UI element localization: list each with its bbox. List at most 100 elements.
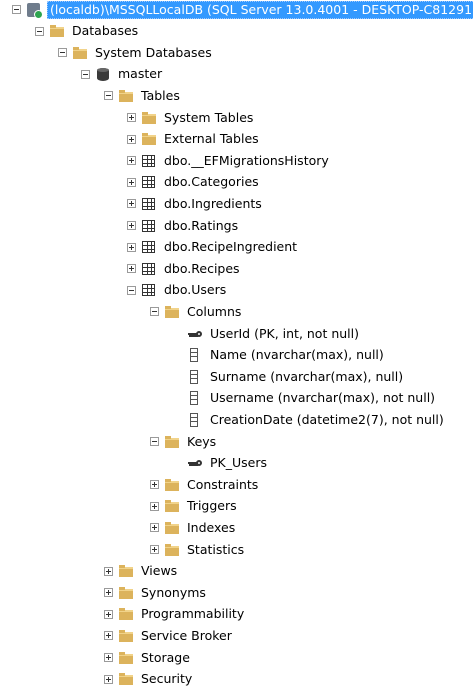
expand-plus-icon[interactable] xyxy=(127,264,136,274)
tree-node[interactable]: Security xyxy=(104,669,194,689)
tree-node[interactable]: Synonyms xyxy=(104,582,208,602)
folder-icon xyxy=(164,434,180,450)
folder-icon xyxy=(164,542,180,558)
expand-plus-icon[interactable] xyxy=(127,242,136,252)
tree-node[interactable]: Storage xyxy=(104,647,192,667)
tree-node-label: Columns xyxy=(187,303,242,319)
collapse-minus-icon[interactable] xyxy=(127,285,136,295)
tree-node[interactable]: dbo.Ingredients xyxy=(127,193,264,213)
key-icon xyxy=(187,326,203,342)
server-icon xyxy=(26,2,43,19)
tree-node-label: UserId (PK, int, not null) xyxy=(210,325,359,341)
tree-node-label: Databases xyxy=(72,23,139,39)
expand-plus-icon[interactable] xyxy=(127,134,136,144)
collapse-minus-icon[interactable] xyxy=(104,91,113,101)
tree-node-label: CreationDate (datetime2(7), not null) xyxy=(210,411,444,427)
tree-node[interactable]: Keys xyxy=(150,431,218,451)
expand-plus-icon[interactable] xyxy=(150,501,159,511)
tree-node[interactable]: Surname (nvarchar(max), null) xyxy=(173,366,405,386)
expand-plus-icon[interactable] xyxy=(127,156,136,166)
tree-node-label: Service Broker xyxy=(141,627,232,643)
expand-plus-icon[interactable] xyxy=(150,545,159,554)
expand-plus-icon[interactable] xyxy=(150,523,159,533)
tree-node[interactable]: Triggers xyxy=(150,496,239,516)
folder-icon xyxy=(118,585,134,601)
tree-node[interactable]: dbo.Recipes xyxy=(127,258,242,278)
folder-icon xyxy=(118,606,134,622)
tree-node[interactable]: CreationDate (datetime2(7), not null) xyxy=(173,409,446,429)
tree-node[interactable]: Indexes xyxy=(150,517,237,537)
tree-node-label: Name (nvarchar(max), null) xyxy=(210,347,384,363)
tree-node[interactable]: Statistics xyxy=(150,539,246,559)
folder-icon xyxy=(164,498,180,514)
tree-node[interactable]: dbo.__EFMigrationsHistory xyxy=(127,150,331,170)
tree-node[interactable]: System Databases xyxy=(58,42,214,62)
collapse-minus-icon[interactable] xyxy=(150,437,159,446)
tree-node-label: System Databases xyxy=(95,44,212,60)
folder-icon xyxy=(141,131,157,147)
tree-node[interactable]: Name (nvarchar(max), null) xyxy=(173,345,386,365)
tree-node-label: System Tables xyxy=(164,109,254,125)
tree-node[interactable]: (localdb)\MSSQLLocalDB (SQL Server 13.0.… xyxy=(12,0,473,19)
tree-node[interactable]: PK_Users xyxy=(173,453,269,473)
column-icon xyxy=(187,412,203,428)
tree-node[interactable]: Columns xyxy=(150,301,243,321)
tree-node[interactable]: dbo.Users xyxy=(127,280,228,300)
tree-node[interactable]: Service Broker xyxy=(104,625,234,645)
table-icon xyxy=(141,261,157,277)
tree-node[interactable]: Username (nvarchar(max), not null) xyxy=(173,388,437,408)
tree-node[interactable]: Constraints xyxy=(150,474,260,494)
expand-plus-icon[interactable] xyxy=(104,566,113,576)
expand-plus-icon[interactable] xyxy=(127,177,136,187)
folder-icon xyxy=(164,477,180,493)
tree-node[interactable]: Programmability xyxy=(104,604,246,624)
tree-node-label: Triggers xyxy=(187,498,237,514)
tree-node-label: PK_Users xyxy=(210,455,267,471)
expand-plus-icon[interactable] xyxy=(127,199,136,209)
tree-node-label: Synonyms xyxy=(141,584,206,600)
tree-node-label: dbo.Ingredients xyxy=(164,195,262,211)
collapse-minus-icon[interactable] xyxy=(58,48,67,58)
collapse-minus-icon[interactable] xyxy=(12,5,21,14)
collapse-minus-icon[interactable] xyxy=(35,26,44,36)
tree-node[interactable]: UserId (PK, int, not null) xyxy=(173,323,361,343)
tree-node-label: dbo.__EFMigrationsHistory xyxy=(164,152,329,168)
tree-node[interactable]: dbo.Ratings xyxy=(127,215,240,235)
expand-plus-icon[interactable] xyxy=(104,609,113,619)
column-icon xyxy=(187,369,203,385)
expand-plus-icon[interactable] xyxy=(104,674,113,684)
folder-icon xyxy=(118,671,134,687)
expand-plus-icon[interactable] xyxy=(127,221,136,230)
tree-node-label: Surname (nvarchar(max), null) xyxy=(210,368,404,384)
folder-icon xyxy=(118,650,134,666)
collapse-minus-icon[interactable] xyxy=(150,307,159,317)
tree-node[interactable]: dbo.Categories xyxy=(127,172,261,192)
tree-node-label: Storage xyxy=(141,649,190,665)
table-icon xyxy=(141,282,157,298)
expand-plus-icon[interactable] xyxy=(150,480,159,490)
tree-node[interactable]: Tables xyxy=(104,85,182,105)
folder-icon xyxy=(141,110,157,126)
column-icon xyxy=(187,390,203,406)
collapse-minus-icon[interactable] xyxy=(81,69,90,79)
expand-plus-icon[interactable] xyxy=(104,588,113,598)
expand-plus-icon[interactable] xyxy=(104,653,113,662)
tree-node-label: Programmability xyxy=(141,606,245,622)
column-icon xyxy=(187,347,203,363)
tree-node[interactable]: master xyxy=(81,64,164,84)
tree-node-label: Security xyxy=(141,671,193,687)
tree-node-label: dbo.Users xyxy=(164,282,227,298)
tree-node[interactable]: Databases xyxy=(35,21,140,41)
tree-node[interactable]: External Tables xyxy=(127,129,261,149)
tree-node[interactable]: Views xyxy=(104,561,179,581)
expand-plus-icon[interactable] xyxy=(127,113,136,122)
folder-icon xyxy=(118,628,134,644)
tree-node[interactable]: System Tables xyxy=(127,107,255,127)
tree-node[interactable]: dbo.RecipeIngredient xyxy=(127,237,299,257)
expand-plus-icon[interactable] xyxy=(104,631,113,641)
tree-node-label: (localdb)\MSSQLLocalDB (SQL Server 13.0.… xyxy=(47,0,473,19)
tree-node-label: dbo.Ratings xyxy=(164,217,239,233)
